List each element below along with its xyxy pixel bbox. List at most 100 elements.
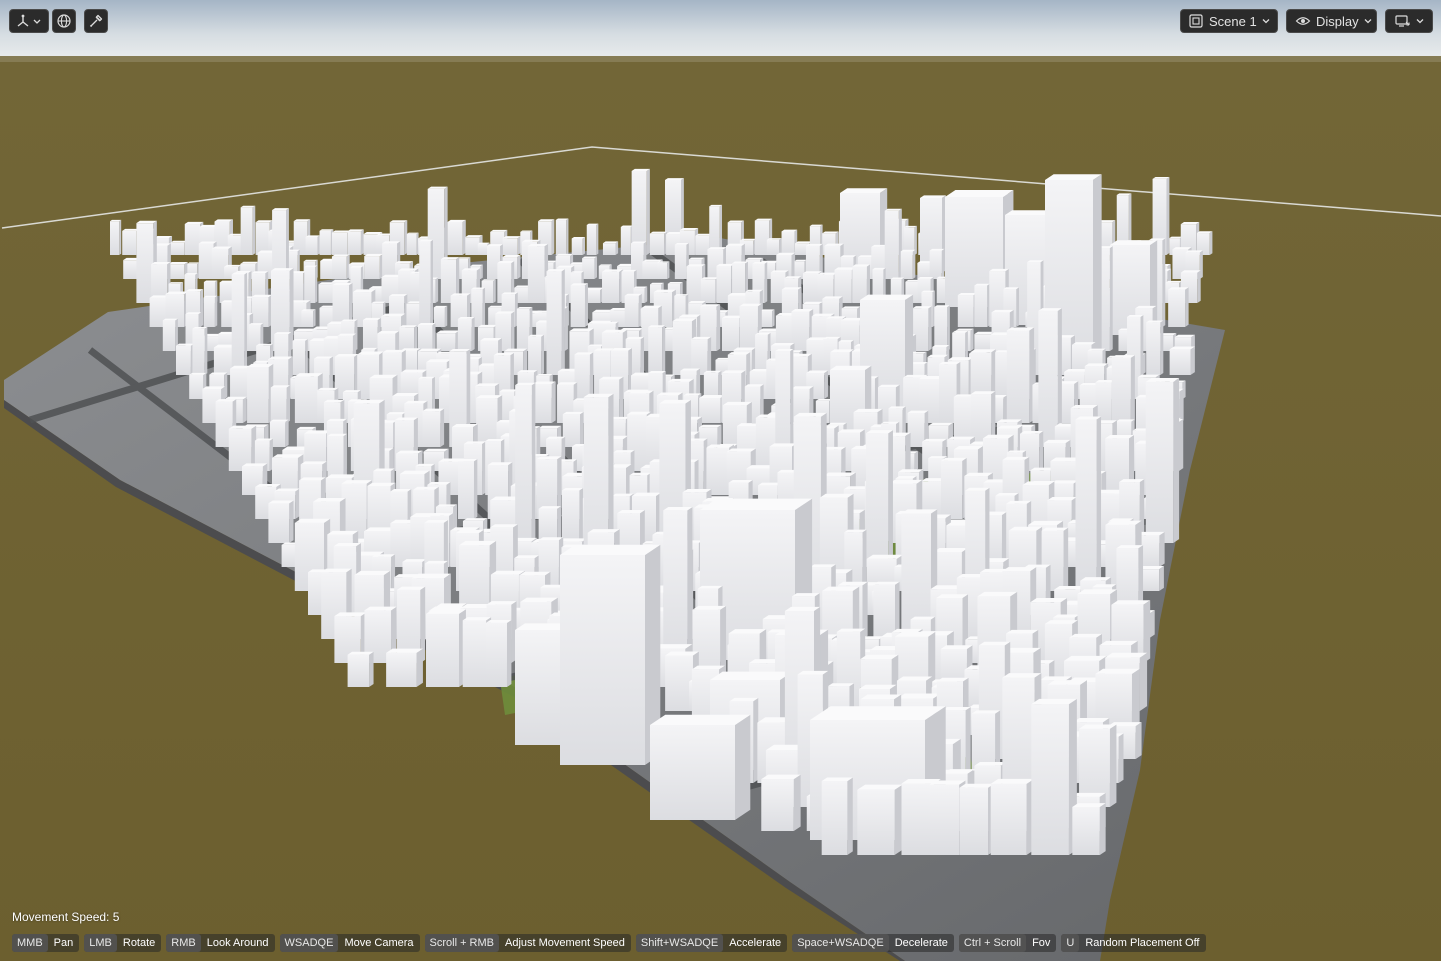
- building: [900, 251, 913, 279]
- building: [665, 655, 693, 711]
- building-side: [435, 277, 439, 303]
- building-side: [646, 168, 650, 255]
- building-roof: [728, 629, 767, 634]
- building-roof: [890, 277, 905, 280]
- building-roof: [527, 243, 549, 247]
- building-roof: [674, 243, 689, 245]
- building-roof: [458, 459, 478, 462]
- building-side: [517, 254, 521, 279]
- building-roof: [729, 697, 759, 702]
- building-roof: [1172, 247, 1192, 250]
- building-side: [970, 328, 974, 351]
- building-roof: [268, 500, 294, 504]
- building-roof: [699, 395, 726, 399]
- shortcut-hint: Scroll + RMB Adjust Movement Speed: [424, 934, 631, 952]
- building-roof: [1053, 614, 1080, 618]
- building-roof: [1152, 176, 1170, 179]
- globe-button[interactable]: [52, 9, 76, 33]
- building: [176, 345, 191, 375]
- building-roof: [347, 651, 374, 655]
- building-roof: [462, 617, 492, 621]
- building-roof: [333, 543, 361, 547]
- building: [162, 320, 176, 351]
- building-roof: [727, 220, 744, 223]
- building-side: [204, 326, 208, 375]
- building-roof: [974, 283, 990, 286]
- building-roof: [897, 693, 941, 699]
- building-roof: [726, 448, 756, 452]
- building-roof: [710, 671, 793, 680]
- building-roof: [501, 292, 518, 295]
- 3d-viewport[interactable]: Scene 1 Display Movement Speed: 5 MMB Pan…: [0, 0, 1441, 961]
- building-roof: [1116, 419, 1135, 422]
- camera-view-menu[interactable]: [1385, 9, 1433, 33]
- building: [624, 295, 639, 327]
- building-roof: [292, 339, 308, 341]
- building-roof: [136, 220, 157, 224]
- movement-speed-readout: Movement Speed: 5: [12, 910, 120, 924]
- building-roof: [415, 463, 435, 467]
- shortcut-action: Look Around: [206, 937, 269, 949]
- building-roof: [449, 348, 471, 352]
- shortcut-key: WSADQE: [279, 934, 339, 952]
- building: [485, 622, 507, 687]
- building: [122, 230, 137, 255]
- building-side: [541, 334, 544, 375]
- transform-mode-button[interactable]: [9, 9, 49, 33]
- display-menu[interactable]: Display: [1286, 9, 1377, 33]
- building-roof: [1075, 416, 1102, 420]
- building: [270, 387, 287, 423]
- building-roof: [184, 273, 198, 275]
- building: [974, 285, 988, 327]
- building: [959, 787, 989, 855]
- building-roof: [989, 268, 1009, 272]
- building-roof: [840, 255, 857, 258]
- building-roof: [110, 219, 122, 222]
- building-roof: [698, 424, 722, 428]
- building-roof: [700, 304, 721, 307]
- building-roof: [1044, 620, 1078, 624]
- building-roof: [462, 518, 488, 521]
- building-roof: [386, 412, 406, 415]
- building-roof: [192, 326, 208, 329]
- building-roof: [621, 269, 637, 272]
- building-roof: [1006, 327, 1035, 331]
- city-scene[interactable]: [0, 0, 1441, 961]
- building-roof: [251, 271, 269, 274]
- building-roof: [465, 235, 483, 238]
- building: [292, 340, 306, 375]
- building: [582, 258, 595, 279]
- building-side: [764, 261, 768, 303]
- building-roof: [650, 714, 751, 725]
- building-roof: [1111, 355, 1135, 358]
- building-roof: [631, 492, 662, 497]
- building-roof: [679, 314, 701, 318]
- building-roof: [860, 694, 902, 700]
- building-roof: [528, 334, 544, 337]
- building-roof: [1127, 314, 1144, 317]
- building-side: [1178, 418, 1184, 471]
- building-roof: [323, 399, 345, 403]
- building-roof: [776, 252, 796, 255]
- building-roof: [872, 267, 886, 270]
- building-roof: [1070, 405, 1098, 409]
- building-roof: [1116, 545, 1144, 549]
- picker-button[interactable]: [84, 9, 108, 33]
- building-roof: [560, 544, 661, 555]
- building-side: [444, 305, 448, 327]
- building-roof: [610, 348, 632, 351]
- building-roof: [873, 581, 900, 585]
- building-side: [589, 352, 594, 399]
- building-roof: [794, 259, 807, 262]
- building-roof: [648, 325, 666, 328]
- scene-selector[interactable]: Scene 1: [1180, 9, 1278, 33]
- building: [477, 243, 488, 255]
- building-roof: [674, 294, 689, 296]
- building-roof: [942, 706, 971, 711]
- building: [110, 221, 120, 255]
- shortcut-key: MMB: [12, 934, 48, 952]
- building-roof: [256, 343, 274, 346]
- building: [527, 246, 545, 303]
- building-roof: [304, 430, 331, 434]
- shortcut-hint: U Random Placement Off: [1061, 934, 1206, 952]
